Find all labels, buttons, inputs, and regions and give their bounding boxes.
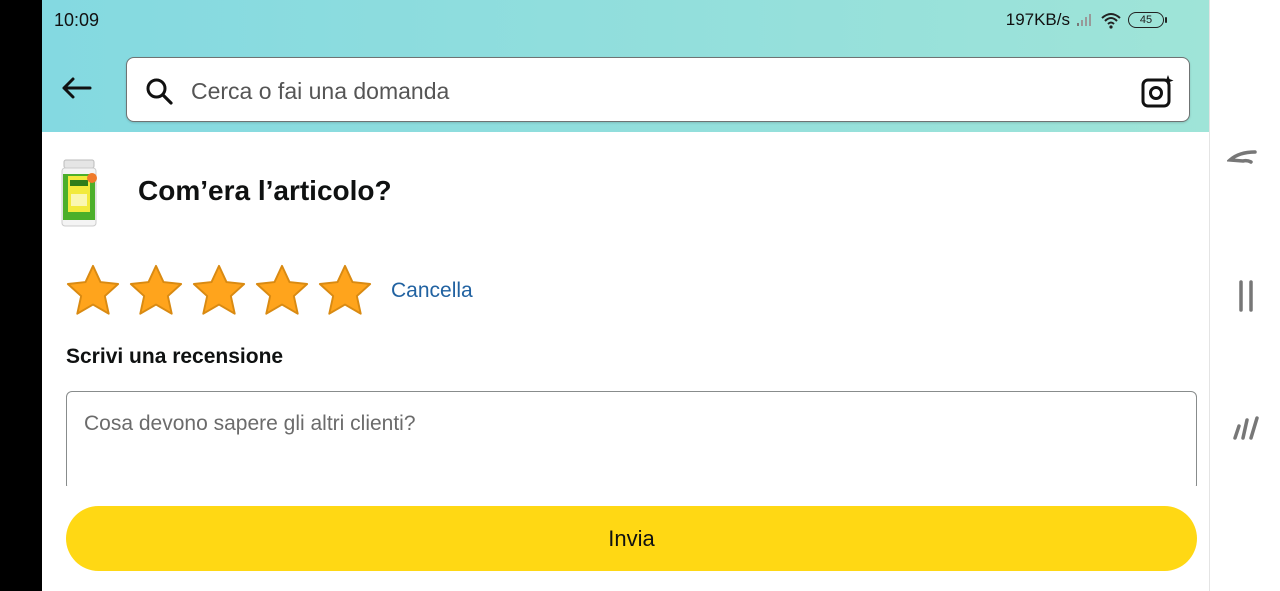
submit-button[interactable]: Invia: [66, 506, 1197, 571]
status-indicators: 197KB/s 45: [1005, 10, 1167, 30]
network-speed: 197KB/s: [1005, 10, 1070, 29]
product-thumbnail: [61, 159, 97, 227]
scroll-clip: [60, 486, 1205, 506]
review-textarea[interactable]: [66, 391, 1197, 491]
wifi-icon: [1100, 11, 1122, 29]
back-button[interactable]: [58, 70, 94, 106]
signal-icon: [1076, 13, 1094, 27]
star-2-icon[interactable]: [127, 262, 185, 320]
search-input[interactable]: [189, 68, 1113, 114]
star-1-icon[interactable]: [64, 262, 122, 320]
star-rating[interactable]: [64, 262, 374, 320]
pause-icon[interactable]: [1236, 280, 1256, 312]
status-time: 10:09: [54, 10, 100, 30]
search-bar[interactable]: [126, 57, 1190, 122]
clear-rating-link[interactable]: Cancella: [391, 279, 473, 303]
left-bezel: [0, 0, 42, 591]
back-gesture-icon[interactable]: [1227, 148, 1257, 170]
back-arrow-icon: [62, 77, 92, 99]
camera-search-icon[interactable]: [1141, 74, 1175, 108]
app-header: 10:09 197KB/s 45: [42, 0, 1209, 132]
slash-lines-icon[interactable]: [1232, 416, 1260, 442]
page-title: Com’era l’articolo?: [138, 175, 392, 206]
review-label: Scrivi una recensione: [66, 345, 284, 368]
search-icon: [146, 78, 173, 105]
battery-icon: 45: [1128, 12, 1167, 28]
side-navigation: [1209, 0, 1280, 591]
star-3-icon[interactable]: [190, 262, 248, 320]
star-4-icon[interactable]: [253, 262, 311, 320]
star-5-icon[interactable]: [316, 262, 374, 320]
